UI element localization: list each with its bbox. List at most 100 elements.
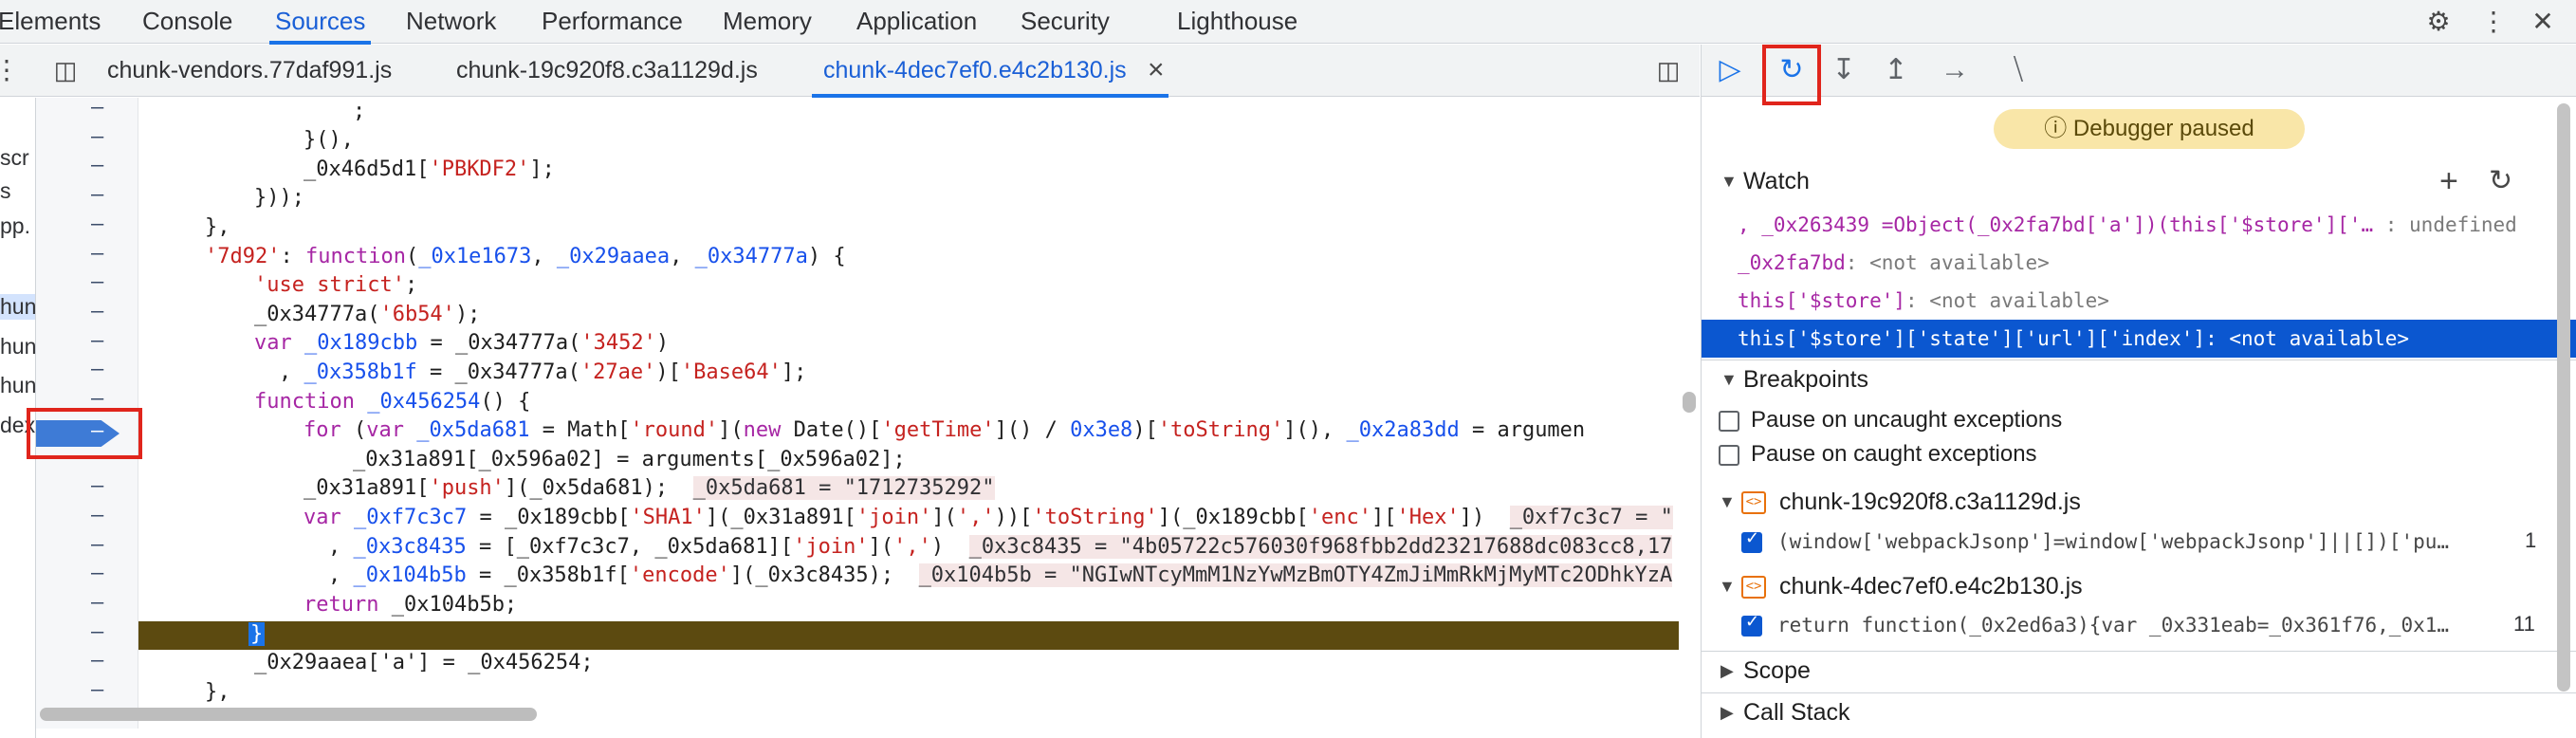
step-icon[interactable]: →: [1934, 50, 1976, 90]
resume-icon[interactable]: ▷: [1709, 50, 1751, 90]
nav-item[interactable]: scr: [0, 145, 29, 171]
tab-application[interactable]: Application: [856, 0, 977, 44]
code-line: return _0x104b5b;: [304, 593, 518, 617]
code-line: var _0x189cbb = _0x34777a('3452'): [254, 331, 670, 355]
nav-item[interactable]: pp.: [0, 213, 30, 239]
deactivate-breakpoints-icon[interactable]: ⧹: [1997, 50, 2039, 90]
breakpoint-checkbox[interactable]: [1741, 612, 1762, 637]
gutter-line-marker[interactable]: –: [91, 591, 103, 615]
code-line: for (var _0x5da681 = Math['round'](new D…: [304, 418, 1586, 442]
horizontal-scrollbar[interactable]: [40, 708, 537, 721]
pause-uncaught-row[interactable]: Pause on uncaught exceptions: [1702, 405, 2576, 439]
tab-memory[interactable]: Memory: [723, 0, 812, 44]
watch-item-selected[interactable]: this['$store']['state']['url']['index']:…: [1702, 320, 2576, 358]
debugger-paused-badge: ⓘ Debugger paused: [1994, 109, 2305, 149]
info-icon: ⓘ: [2044, 116, 2068, 141]
tab-security[interactable]: Security: [1021, 0, 1110, 44]
gutter-line-marker[interactable]: –: [91, 300, 103, 323]
toggle-debugger-icon[interactable]: ◫: [1650, 52, 1686, 88]
more-options-icon[interactable]: ⋮: [2475, 4, 2512, 40]
pause-uncaught-checkbox[interactable]: [1719, 411, 1739, 432]
file-tab-bar: ⋮ ◫ chunk-vendors.77daf991.js chunk-19c9…: [0, 45, 1700, 98]
tab-performance[interactable]: Performance: [542, 0, 683, 44]
pause-caught-row[interactable]: Pause on caught exceptions: [1702, 439, 2576, 473]
breakpoint-highlight-box: [27, 408, 142, 459]
code-line: , _0x358b1f = _0x34777a('27ae')['Base64'…: [279, 360, 807, 384]
callstack-section-header[interactable]: ▶ Call Stack: [1702, 692, 2576, 730]
breakpoints-section-header[interactable]: ▼ Breakpoints: [1702, 360, 2576, 397]
code-line: _0x31a891['push'](_0x5da681); _0x5da681 …: [304, 476, 995, 500]
breakpoint-checkbox[interactable]: [1741, 528, 1762, 553]
gutter-line-marker[interactable]: –: [91, 154, 103, 177]
add-watch-icon[interactable]: +: [2439, 162, 2458, 200]
close-tab-icon[interactable]: ×: [1148, 45, 1165, 96]
gutter-line-marker[interactable]: –: [91, 125, 103, 149]
gutter-line-marker[interactable]: –: [91, 183, 103, 207]
paused-line-highlight: [138, 621, 1679, 650]
code-line: '7d92': function(_0x1e1673, _0x29aaea, _…: [205, 245, 846, 268]
script-file-icon: <>: [1741, 491, 1766, 514]
tab-sources[interactable]: Sources: [268, 0, 372, 45]
refresh-icon[interactable]: ↻: [2489, 162, 2512, 200]
tab-network[interactable]: Network: [406, 0, 496, 44]
file-tab-vendors[interactable]: chunk-vendors.77daf991.js: [107, 45, 392, 97]
toggle-navigator-icon[interactable]: ◫: [47, 52, 83, 88]
nav-item[interactable]: hun: [0, 373, 35, 398]
breakpoint-file-header[interactable]: ▼ <> chunk-4dec7ef0.e4c2b130.js: [1702, 569, 2576, 607]
step-out-icon[interactable]: ↥: [1875, 50, 1917, 90]
watch-item[interactable]: this['$store']: <not available>: [1702, 282, 2576, 320]
expanded-triangle-icon: ▼: [1719, 492, 1736, 511]
nav-item[interactable]: s: [0, 178, 11, 204]
gutter-line-marker[interactable]: –: [91, 329, 103, 353]
gutter-line-marker[interactable]: –: [91, 98, 103, 120]
pause-caught-checkbox[interactable]: [1719, 445, 1739, 466]
gutter-line-marker[interactable]: –: [91, 474, 103, 498]
code-line: _0x46d5d1['PBKDF2'];: [304, 157, 555, 181]
nav-item[interactable]: hun: [0, 294, 35, 320]
more-vertical-icon[interactable]: ⋮: [0, 52, 25, 88]
scope-section-header[interactable]: ▶ Scope: [1702, 651, 2576, 689]
watch-item[interactable]: _0x2fa7bd: <not available>: [1702, 244, 2576, 282]
debugger-sidebar: ▷ ↻ ↧ ↥ → ⧹ ⓘ Debugger paused ▼ Watch + …: [1701, 45, 2576, 738]
code-line: },: [205, 215, 230, 239]
gutter-line-marker[interactable]: –: [91, 562, 103, 585]
gutter-line-marker[interactable]: –: [91, 242, 103, 266]
nav-item[interactable]: hun: [0, 334, 35, 360]
code-line: _0x34777a('6b54');: [254, 303, 481, 326]
code-line: function _0x456254() {: [254, 390, 531, 414]
gutter-line-marker[interactable]: –: [91, 678, 103, 702]
code-line: , _0x104b5b = _0x358b1f['encode'](_0x3c8…: [328, 563, 1673, 587]
gutter-line-marker[interactable]: –: [91, 358, 103, 381]
gutter-line-marker[interactable]: –: [91, 533, 103, 557]
code-line: }(),: [304, 128, 354, 152]
watch-item[interactable]: , _0x263439 =Object(_0x2fa7bd['a'])(this…: [1702, 206, 2576, 244]
file-tab-4dec7ef0[interactable]: chunk-4dec7ef0.e4c2b130.js: [812, 45, 1168, 98]
breakpoint-entry[interactable]: (window['webpackJsonp']=window['webpackJ…: [1702, 525, 2576, 561]
collapsed-triangle-icon: ▶: [1720, 661, 1734, 680]
expanded-triangle-icon: ▼: [1720, 370, 1738, 389]
breakpoint-file-header[interactable]: ▼ <> chunk-19c920f8.c3a1129d.js: [1702, 485, 2576, 523]
gutter-line-marker[interactable]: –: [91, 649, 103, 673]
gear-icon[interactable]: ⚙: [2420, 4, 2456, 40]
code-editor[interactable]: – – – – – – – – – – – – – – – – – – – – – ; }(), _0x46d5d1[…: [36, 98, 1700, 729]
gutter-line-marker[interactable]: –: [91, 620, 103, 644]
sidebar-scrollbar[interactable]: [2557, 103, 2570, 692]
file-tab-19c920f8[interactable]: chunk-19c920f8.c3a1129d.js: [456, 45, 758, 97]
script-file-icon: <>: [1741, 576, 1766, 599]
gutter-line-marker[interactable]: –: [91, 504, 103, 527]
close-icon[interactable]: ✕: [2525, 4, 2561, 40]
code-line: }: [248, 622, 266, 646]
step-into-icon[interactable]: ↧: [1823, 50, 1865, 90]
expanded-triangle-icon: ▼: [1719, 577, 1736, 596]
gutter-line-marker[interactable]: –: [91, 270, 103, 294]
vertical-scrollbar[interactable]: [1683, 392, 1696, 413]
tab-lighthouse[interactable]: Lighthouse: [1177, 0, 1297, 44]
watch-section-header[interactable]: ▼ Watch + ↻: [1702, 162, 2576, 200]
main-tab-bar: Elements Console Sources Network Perform…: [0, 0, 2576, 45]
breakpoint-entry[interactable]: return function(_0x2ed6a3){var _0x331eab…: [1702, 608, 2576, 644]
tab-console[interactable]: Console: [142, 0, 232, 44]
gutter-line-marker[interactable]: –: [91, 212, 103, 236]
tab-elements[interactable]: Elements: [0, 0, 101, 44]
expanded-triangle-icon: ▼: [1720, 172, 1738, 191]
collapsed-triangle-icon: ▶: [1720, 703, 1734, 722]
